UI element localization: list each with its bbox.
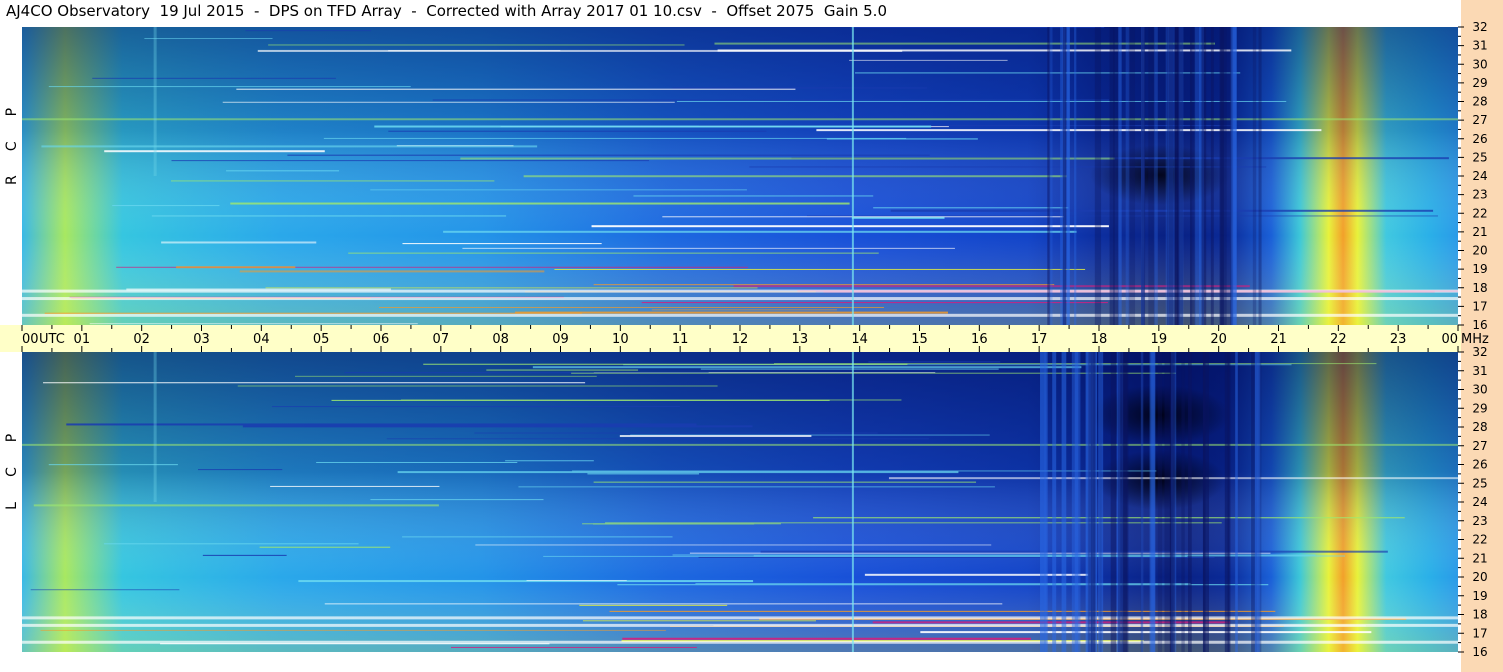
x-tick-label: 06 [373, 332, 390, 347]
x-tick-label: 22 [1330, 332, 1347, 347]
y-tick-label: 31 [1472, 39, 1487, 53]
panel-letter: P [4, 108, 20, 116]
y-tick-label: 21 [1472, 551, 1487, 565]
x-tick-label: 03 [193, 332, 210, 347]
y-tick-label: 27 [1472, 113, 1487, 127]
y-tick-label: 24 [1472, 495, 1487, 509]
y-tick-label: 26 [1472, 458, 1487, 472]
panel-lcp [22, 352, 1458, 652]
y-tick-label: 28 [1472, 95, 1487, 109]
y-tick-label: 26 [1472, 132, 1487, 146]
x-tick-label: 19 [1151, 332, 1168, 347]
x-tick-label: 18 [1091, 332, 1108, 347]
x-tick-label: 20 [1210, 332, 1227, 347]
y-tick-label: 16 [1472, 318, 1487, 332]
panel-rcp [22, 27, 1458, 325]
y-tick-label: 19 [1472, 262, 1487, 276]
y-tick-label: 17 [1472, 626, 1487, 640]
x-tick-label: 23 [1390, 332, 1407, 347]
spectrogram-chart: R C P L C P 00 01 02 03 04 05 06 07 08 09 10 11 12 13 14 15… [0, 0, 1503, 672]
x-tick-label: 00 [1441, 332, 1458, 347]
x-tick-label: 10 [612, 332, 629, 347]
panel-letter: C [4, 467, 20, 477]
x-tick-label: 08 [492, 332, 509, 347]
panel-letter: P [4, 434, 20, 442]
y-tick-label: 29 [1472, 401, 1487, 415]
y-tick-label: 19 [1472, 589, 1487, 603]
x-tick-label: 14 [851, 332, 868, 347]
y-tick-label: 22 [1472, 206, 1487, 220]
y-tick-label: 23 [1472, 188, 1487, 202]
y-tick-label: 22 [1472, 533, 1487, 547]
y-tick-label: 20 [1472, 570, 1487, 584]
x-tick-label: 12 [732, 332, 749, 347]
y-tick-label: 23 [1472, 514, 1487, 528]
y-tick-label: 27 [1472, 439, 1487, 453]
x-tick-label: 13 [792, 332, 809, 347]
y-tick-label: 31 [1472, 364, 1487, 378]
x-tick-label: 21 [1270, 332, 1287, 347]
y-tick-label: 29 [1472, 76, 1487, 90]
x-tick-label: 02 [133, 332, 150, 347]
y-tick-label: 28 [1472, 420, 1487, 434]
panel-label-lcp: L C P [4, 434, 20, 510]
y-tick-label: 20 [1472, 244, 1487, 258]
y-tick-label: 24 [1472, 169, 1487, 183]
y-tick-label: 25 [1472, 476, 1487, 490]
y-tick-label: 17 [1472, 299, 1487, 313]
panel-letter: L [4, 502, 20, 510]
y-tick-label: 18 [1472, 281, 1487, 295]
y-tick-label: 32 [1472, 20, 1487, 34]
y-tick-label: 16 [1472, 645, 1487, 659]
y-tick-label: 32 [1472, 345, 1487, 359]
x-tick-label: 11 [672, 332, 689, 347]
utc-axis-band [0, 325, 1461, 352]
x-tick-label: 00 [22, 332, 39, 347]
x-tick-label: 07 [433, 332, 450, 347]
panel-letter: C [4, 141, 20, 151]
y-tick-label: 21 [1472, 225, 1487, 239]
x-tick-label: 01 [74, 332, 91, 347]
panel-letter: R [4, 175, 20, 185]
x-tick-label: 16 [971, 332, 988, 347]
y-tick-label: 18 [1472, 608, 1487, 622]
x-tick-label: 17 [1031, 332, 1048, 347]
x-tick-label: 09 [552, 332, 569, 347]
x-axis-label: UTC [39, 332, 65, 347]
panel-label-rcp: R C P [4, 108, 20, 185]
y-tick-label: 25 [1472, 150, 1487, 164]
y-tick-label: 30 [1472, 57, 1487, 71]
x-tick-label: 05 [313, 332, 330, 347]
y-tick-label: 30 [1472, 383, 1487, 397]
x-tick-label: 04 [253, 332, 270, 347]
x-tick-label: 15 [911, 332, 928, 347]
